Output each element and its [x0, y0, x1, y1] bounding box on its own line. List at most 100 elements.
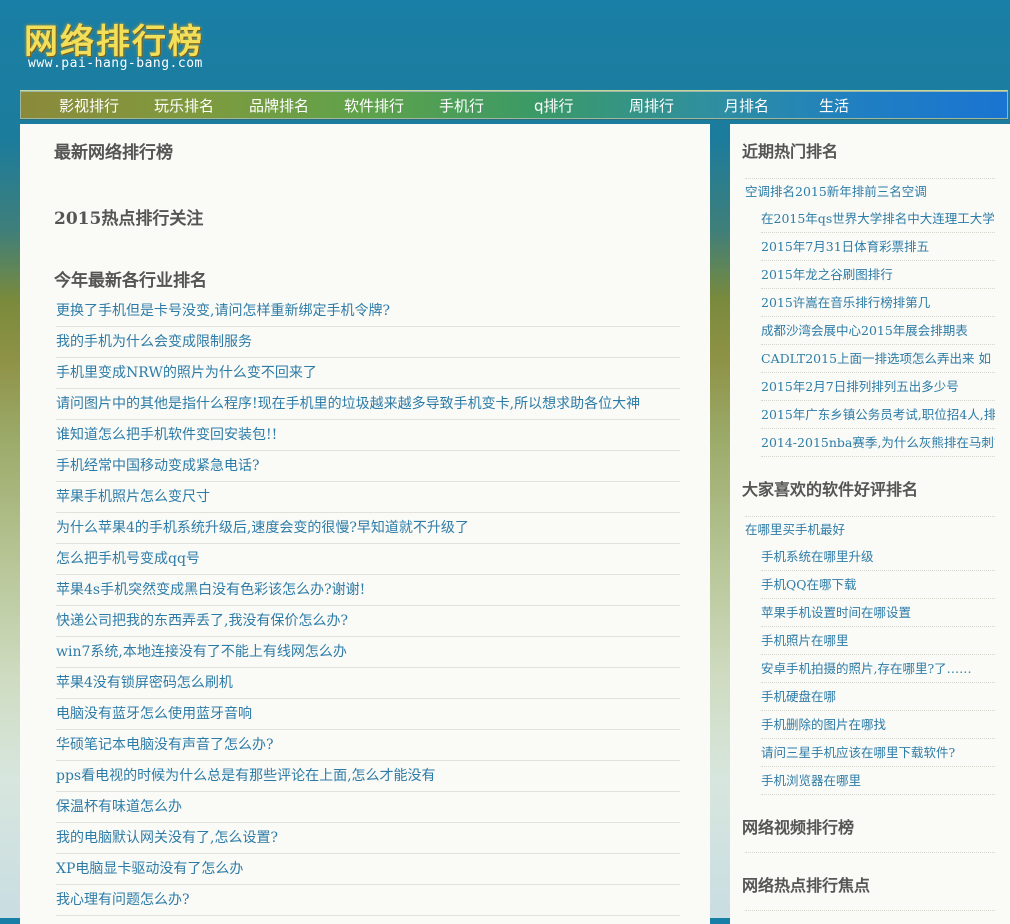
article-list: ●更换了手机但是卡号没变,请问怎样重新绑定手机令牌? ●我的手机为什么会变成限制…	[20, 296, 680, 916]
sidebar-link[interactable]: 在哪里买手机最好	[745, 522, 845, 537]
sidebar-link[interactable]: 2015许嵩在音乐排行榜排第几	[761, 295, 930, 310]
sidebar: 近期热门排名 空调排名2015新年排前三名空调 ●在2015年qs世界大学排名中…	[730, 124, 1010, 924]
list-item: ●我心理有问题怎么办?	[56, 885, 680, 916]
sidebar-heading-hot-focus: 网络热点排行焦点	[742, 876, 871, 895]
article-link[interactable]: 手机里变成NRW的照片为什么变不回来了	[56, 365, 317, 381]
list-item: ●2015年广东乡镇公务员考试,职位招4人,排	[761, 401, 995, 429]
article-link[interactable]: 谁知道怎么把手机软件变回安装包!!	[56, 427, 277, 443]
list-item: ●手机QQ在哪下载	[761, 571, 995, 599]
heading-latest: 最新网络排行榜	[54, 143, 173, 163]
nav-item-brands[interactable]: 品牌排名	[249, 95, 309, 116]
main-content: 最新网络排行榜 2015热点排行关注 今年最新各行业排名 ●更换了手机但是卡号没…	[20, 124, 710, 924]
list-item: ●请问图片中的其他是指什么程序!现在手机里的垃圾越来越多导致手机变卡,所以想求助…	[56, 389, 680, 420]
article-link[interactable]: 保温杯有味道怎么办	[56, 799, 182, 815]
sidebar-link[interactable]: 成都沙湾会展中心2015年展会排期表	[761, 323, 968, 338]
sidebar-link[interactable]: 2015年广东乡镇公务员考试,职位招4人,排	[761, 407, 995, 422]
list-item: ●手机照片在哪里	[761, 627, 995, 655]
sidebar-link[interactable]: 手机QQ在哪下载	[761, 577, 857, 592]
sidebar-link[interactable]: 2015年7月31日体育彩票排五	[761, 239, 929, 254]
sidebar-link[interactable]: 2015年2月7日排列排列五出多少号	[761, 379, 959, 394]
sidebar-link[interactable]: CADLT2015上面一排选项怎么弄出来 如	[761, 351, 991, 366]
divider	[745, 852, 995, 853]
list-item: ●2015许嵩在音乐排行榜排第几	[761, 289, 995, 317]
article-link[interactable]: 苹果4s手机突然变成黑白没有色彩该怎么办?谢谢!	[56, 582, 365, 598]
list-item: ●手机系统在哪里升级	[761, 543, 995, 571]
sidebar-featured-link-recent: 空调排名2015新年排前三名空调	[745, 178, 995, 205]
sidebar-list-recent: ●在2015年qs世界大学排名中大连理工大学 ●2015年7月31日体育彩票排五…	[730, 205, 995, 457]
list-item: ●苹果手机照片怎么变尺寸	[56, 482, 680, 513]
sidebar-link[interactable]: 手机照片在哪里	[761, 633, 849, 648]
nav-item-monthly[interactable]: 月排名	[724, 95, 769, 116]
list-item: ●2015年7月31日体育彩票排五	[761, 233, 995, 261]
list-item: ●苹果4s手机突然变成黑白没有色彩该怎么办?谢谢!	[56, 575, 680, 606]
article-link[interactable]: 怎么把手机号变成qq号	[56, 551, 200, 567]
list-item: ●请问三星手机应该在哪里下载软件?	[761, 739, 995, 767]
list-item: ●我的电脑默认网关没有了,怎么设置?	[56, 823, 680, 854]
sidebar-heading-software: 大家喜欢的软件好评排名	[742, 480, 919, 499]
article-link[interactable]: 苹果手机照片怎么变尺寸	[56, 489, 210, 505]
sidebar-link[interactable]: 2015年龙之谷刷图排行	[761, 267, 893, 282]
list-item: ●苹果4没有锁屏密码怎么刷机	[56, 668, 680, 699]
article-link[interactable]: pps看电视的时候为什么总是有那些评论在上面,怎么才能没有	[56, 768, 436, 784]
list-item: ●手机删除的图片在哪找	[761, 711, 995, 739]
nav-item-life[interactable]: 生活	[819, 95, 849, 116]
list-item: ●电脑没有蓝牙怎么使用蓝牙音响	[56, 699, 680, 730]
nav-item-q[interactable]: q排行	[534, 95, 574, 116]
sidebar-heading-video: 网络视频排行榜	[742, 818, 855, 837]
list-item: ●2014-2015nba赛季,为什么灰熊排在马刺前	[761, 429, 995, 457]
header: 网络排行榜 www.pai-hang-bang.com	[0, 0, 1010, 90]
list-item: ●为什么苹果4的手机系统升级后,速度会变的很慢?早知道就不升级了	[56, 513, 680, 544]
heading-hot-2015: 2015热点排行关注	[54, 209, 204, 229]
list-item: ●我的手机为什么会变成限制服务	[56, 327, 680, 358]
article-link[interactable]: 快递公司把我的东西弄丢了,我没有保价怎么办?	[56, 613, 348, 629]
article-link[interactable]: 为什么苹果4的手机系统升级后,速度会变的很慢?早知道就不升级了	[56, 520, 469, 536]
sidebar-list-software: ●手机系统在哪里升级 ●手机QQ在哪下载 ●苹果手机设置时间在哪设置 ●手机照片…	[730, 543, 995, 795]
list-item: ●手机硬盘在哪	[761, 683, 995, 711]
sidebar-link[interactable]: 2014-2015nba赛季,为什么灰熊排在马刺前	[761, 435, 995, 450]
article-link[interactable]: 华硕笔记本电脑没有声音了怎么办?	[56, 737, 274, 753]
nav-item-software[interactable]: 软件排行	[344, 95, 404, 116]
list-item: ●手机浏览器在哪里	[761, 767, 995, 795]
article-link[interactable]: 手机经常中国移动变成紧急电话?	[56, 458, 260, 474]
list-item: ●谁知道怎么把手机软件变回安装包!!	[56, 420, 680, 451]
sidebar-heading-recent-hot: 近期热门排名	[742, 142, 839, 161]
article-link[interactable]: 我心理有问题怎么办?	[56, 892, 190, 908]
list-item: ●CADLT2015上面一排选项怎么弄出来 如	[761, 345, 995, 373]
article-link[interactable]: win7系统,本地连接没有了不能上有线网怎么办	[56, 644, 347, 660]
list-item: ●手机里变成NRW的照片为什么变不回来了	[56, 358, 680, 389]
list-item: ●华硕笔记本电脑没有声音了怎么办?	[56, 730, 680, 761]
list-item: ●2015年龙之谷刷图排行	[761, 261, 995, 289]
sidebar-link[interactable]: 请问三星手机应该在哪里下载软件?	[761, 745, 955, 760]
sidebar-link[interactable]: 苹果手机设置时间在哪设置	[761, 605, 911, 620]
sidebar-link[interactable]: 安卓手机拍摄的照片,存在哪里?了……	[761, 661, 972, 676]
sidebar-link[interactable]: 手机硬盘在哪	[761, 689, 836, 704]
nav-item-fun[interactable]: 玩乐排名	[154, 95, 214, 116]
list-item: ●win7系统,本地连接没有了不能上有线网怎么办	[56, 637, 680, 668]
nav-item-weekly[interactable]: 周排行	[629, 95, 674, 116]
sidebar-link[interactable]: 手机系统在哪里升级	[761, 549, 874, 564]
list-item: ●安卓手机拍摄的照片,存在哪里?了……	[761, 655, 995, 683]
sidebar-link[interactable]: 手机浏览器在哪里	[761, 773, 861, 788]
list-item: ●成都沙湾会展中心2015年展会排期表	[761, 317, 995, 345]
article-link[interactable]: 苹果4没有锁屏密码怎么刷机	[56, 675, 233, 691]
list-item: ●保温杯有味道怎么办	[56, 792, 680, 823]
sidebar-link[interactable]: 在2015年qs世界大学排名中大连理工大学	[761, 211, 995, 226]
article-link[interactable]: XP电脑显卡驱动没有了怎么办	[56, 861, 243, 877]
sidebar-link[interactable]: 手机删除的图片在哪找	[761, 717, 886, 732]
article-link[interactable]: 我的手机为什么会变成限制服务	[56, 334, 252, 350]
heading-industry: 今年最新各行业排名	[54, 271, 207, 291]
sidebar-link[interactable]: 空调排名2015新年排前三名空调	[745, 184, 927, 199]
article-link[interactable]: 我的电脑默认网关没有了,怎么设置?	[56, 830, 278, 846]
nav-item-phones[interactable]: 手机行	[439, 95, 484, 116]
nav-item-movies[interactable]: 影视排行	[59, 95, 119, 116]
list-item: ●XP电脑显卡驱动没有了怎么办	[56, 854, 680, 885]
list-item: ●pps看电视的时候为什么总是有那些评论在上面,怎么才能没有	[56, 761, 680, 792]
list-item: ●快递公司把我的东西弄丢了,我没有保价怎么办?	[56, 606, 680, 637]
article-link[interactable]: 电脑没有蓝牙怎么使用蓝牙音响	[56, 706, 252, 722]
article-link[interactable]: 更换了手机但是卡号没变,请问怎样重新绑定手机令牌?	[56, 303, 390, 319]
list-item: ●2015年2月7日排列排列五出多少号	[761, 373, 995, 401]
article-link[interactable]: 请问图片中的其他是指什么程序!现在手机里的垃圾越来越多导致手机变卡,所以想求助各…	[56, 396, 640, 412]
list-item: ●更换了手机但是卡号没变,请问怎样重新绑定手机令牌?	[56, 296, 680, 327]
site-url: www.pai-hang-bang.com	[28, 56, 203, 71]
main-nav: 影视排行 玩乐排名 品牌排名 软件排行 手机行 q排行 周排行 月排名 生活	[20, 90, 1008, 120]
